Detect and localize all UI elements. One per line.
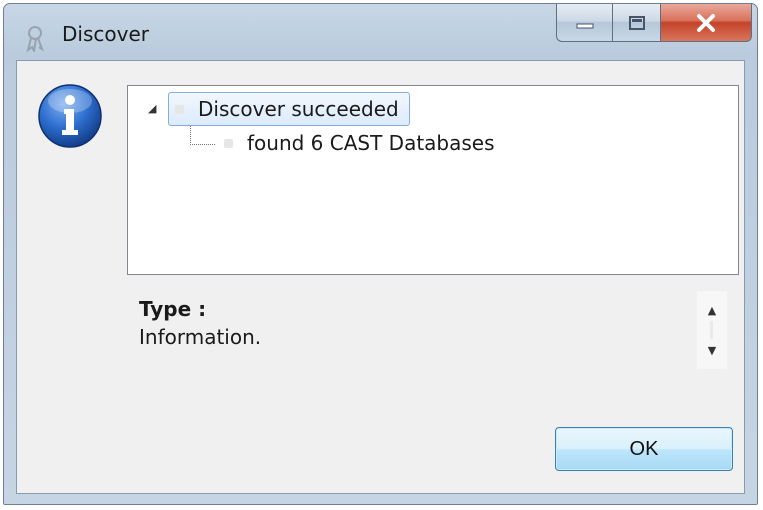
close-icon (697, 13, 715, 32)
tree-node-child[interactable]: found 6 CAST Databases (224, 128, 495, 158)
ok-button[interactable]: OK (555, 427, 733, 471)
minimize-icon (576, 23, 593, 28)
details-scrollbar[interactable]: ▲ ▼ (697, 291, 727, 369)
arrow-up-icon: ▲ (707, 303, 717, 317)
caption-buttons (556, 4, 752, 42)
tree-child-label: found 6 CAST Databases (247, 131, 495, 155)
window-title: Discover (62, 22, 149, 46)
scroll-track[interactable] (710, 321, 713, 339)
dialog-client-area: ◢ Discover succeeded found 6 CAST Databa… (16, 60, 745, 494)
tree-node-root[interactable]: Discover succeeded (168, 92, 410, 126)
title-bar[interactable]: Discover (4, 4, 757, 60)
close-button[interactable] (660, 4, 752, 42)
maximize-button[interactable] (612, 4, 660, 42)
information-icon (38, 84, 102, 148)
tree-node-icon (224, 138, 233, 148)
cast-ribbon-icon (26, 26, 44, 52)
discover-dialog: Discover ◢ Discover succeeded found 6 CA… (3, 3, 758, 505)
type-value: Information. (139, 325, 262, 349)
tree-connector-line (190, 126, 215, 145)
collapse-triangle-icon[interactable]: ◢ (148, 102, 156, 115)
scroll-down-button[interactable]: ▼ (697, 339, 727, 361)
minimize-button[interactable] (556, 4, 612, 42)
arrow-down-icon: ▼ (707, 343, 717, 357)
scroll-up-button[interactable]: ▲ (697, 299, 727, 321)
type-label: Type : (139, 297, 207, 321)
tree-root-label: Discover succeeded (198, 97, 399, 121)
tree-node-icon (175, 104, 184, 114)
result-tree[interactable]: ◢ Discover succeeded found 6 CAST Databa… (127, 85, 739, 275)
maximize-icon (628, 15, 645, 30)
